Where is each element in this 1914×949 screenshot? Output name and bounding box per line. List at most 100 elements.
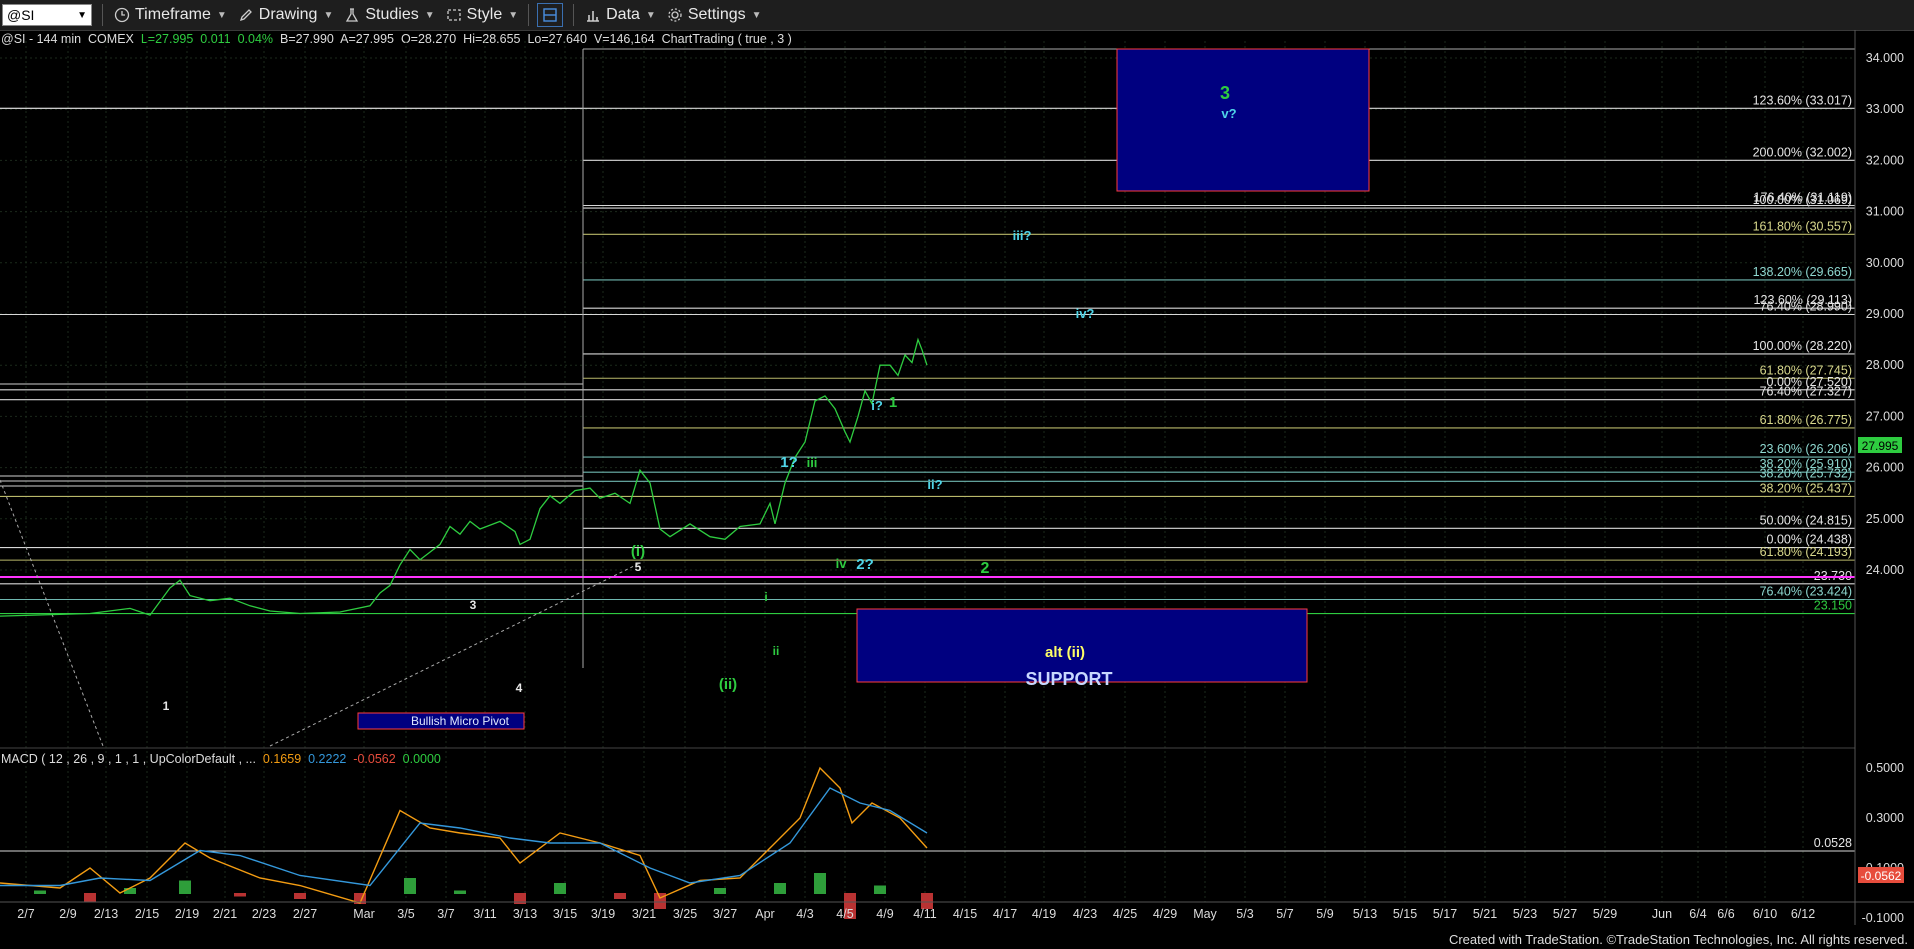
pivot-box [357,712,525,730]
info-pct: 0.04% [237,32,274,46]
last-price-marker [1858,437,1902,453]
macd-hist-bar [354,893,366,904]
macd-hist-bar [714,888,726,894]
bar-chart-icon [584,6,602,24]
x-tick-label: 4/5 [836,907,853,921]
wave-label: 1 [163,699,170,713]
copyright-footer: Created with TradeStation. ©TradeStation… [1448,932,1908,947]
macd-hist-bar [614,893,626,899]
macd-hist-bar [454,890,466,894]
caret-icon: ▼ [508,9,519,21]
x-tick-label: 4/25 [1113,907,1137,921]
fib-label: 23.150 [1814,599,1852,613]
layout-toggle-button[interactable] [537,3,564,27]
macd-hist-bar [179,880,191,894]
price-tick-label: 24.000 [1866,563,1904,577]
fib-label: 61.80% (26.775) [1760,413,1852,427]
info-volume: V=146,164 [593,32,655,46]
x-tick-label: Apr [755,907,774,921]
caret-icon: ▼ [216,9,227,21]
data-button[interactable]: Data ▼ [584,6,656,24]
info-chart-trading: ChartTrading ( true , 3 ) [661,32,792,46]
trend-line [0,479,104,747]
info-last: L=27.995 [140,32,194,46]
price-tick-label: 31.000 [1866,205,1904,219]
timeframe-button[interactable]: Timeframe ▼ [113,6,227,24]
wave-label: iv [836,556,848,571]
trend-line [269,562,641,747]
fib-label: 23.730 [1814,569,1852,583]
x-tick-label: 6/12 [1791,907,1815,921]
macd-hist-bar [34,890,46,894]
studies-label: Studies [365,6,419,23]
macd-hist-bar [921,893,933,909]
x-tick-label: 2/7 [17,907,34,921]
wave-label: ii? [927,477,942,492]
fib-label: 161.80% (30.557) [1753,219,1852,233]
x-tick-label: 5/27 [1553,907,1577,921]
drawing-button[interactable]: Drawing ▼ [237,6,334,24]
wave-label: 2? [856,556,874,573]
wave-label: i? [871,398,883,413]
caret-icon: ▼ [424,9,435,21]
symbol-info-line: @SI - 144 min COMEX L=27.995 0.011 0.04%… [1,32,792,46]
macd-tick-label: 0.1000 [1866,861,1904,875]
x-tick-label: 6/10 [1753,907,1777,921]
x-tick-label: Mar [353,907,375,921]
x-tick-label: 5/23 [1513,907,1537,921]
caret-icon: ▼ [323,9,334,21]
x-tick-label: 4/23 [1073,907,1097,921]
flask-icon [343,6,361,24]
wave-label: (i) [631,543,645,560]
macd-tick-label: 0.5000 [1866,761,1904,775]
x-tick-label: 5/29 [1593,907,1617,921]
wave-label: 3 [1220,83,1230,103]
x-tick-label: 5/7 [1276,907,1293,921]
pencil-icon [237,6,255,24]
wave-label: iii [807,455,818,470]
fib-label: 23.60% (26.206) [1760,442,1852,456]
wave-label: iv? [1076,306,1095,321]
chart-grid [0,41,1855,902]
x-tick-label: 3/5 [397,907,414,921]
symbol-selector[interactable]: @SI ▼ [2,4,92,26]
info-change: 0.011 [200,32,231,46]
macd-hist-bar [84,893,96,902]
fib-label: 123.60% (29.113) [1754,293,1852,307]
x-tick-label: 4/3 [796,907,813,921]
x-tick-label: 2/9 [59,907,76,921]
pivot-box-label: Bullish Micro Pivot [411,714,510,728]
style-button[interactable]: Style ▼ [445,6,518,24]
fib-label: 123.60% (33.017) [1753,93,1852,107]
macd-level-label: 0.0528 [1814,836,1852,850]
last-price-label: 27.995 [1862,439,1899,453]
macd-hist-bar [844,893,856,919]
macd-value-1: 0.1659 [262,752,302,766]
info-symbol: @SI - 144 min [1,32,82,46]
fib-label: 38.20% (25.437) [1760,481,1852,495]
drawing-label: Drawing [258,6,318,23]
x-tick-label: 3/11 [473,907,496,921]
price-series [0,337,928,617]
x-tick-label: 5/15 [1393,907,1417,921]
macd-hist-bar [124,888,136,894]
x-tick-label: 5/21 [1473,907,1497,921]
fib-label: 61.80% (24.193) [1760,545,1852,559]
x-tick-label: 5/9 [1316,907,1333,921]
fib-label: 0.00% (24.438) [1767,533,1852,547]
macd-panel: 0.0528 [0,766,1855,919]
x-tick-label: 2/27 [293,907,317,921]
studies-button[interactable]: Studies ▼ [343,6,435,24]
price-tick-label: 28.000 [1866,358,1904,372]
macd-line [0,766,928,904]
toolbar-separator [102,4,103,26]
price-tick-label: 33.000 [1866,102,1904,116]
macd-hist-bar [814,873,826,894]
fib-label: 176.40% (31.119) [1754,191,1852,205]
settings-button[interactable]: Settings ▼ [666,6,762,24]
x-tick-label: 6/6 [1717,907,1734,921]
macd-tick-label: -0.1000 [1862,911,1904,925]
price-chart[interactable]: 123.60% (33.017)200.00% (32.002)176.40% … [0,0,1914,949]
symbol-value: @SI [7,7,35,23]
macd-hist-bar [514,893,526,904]
